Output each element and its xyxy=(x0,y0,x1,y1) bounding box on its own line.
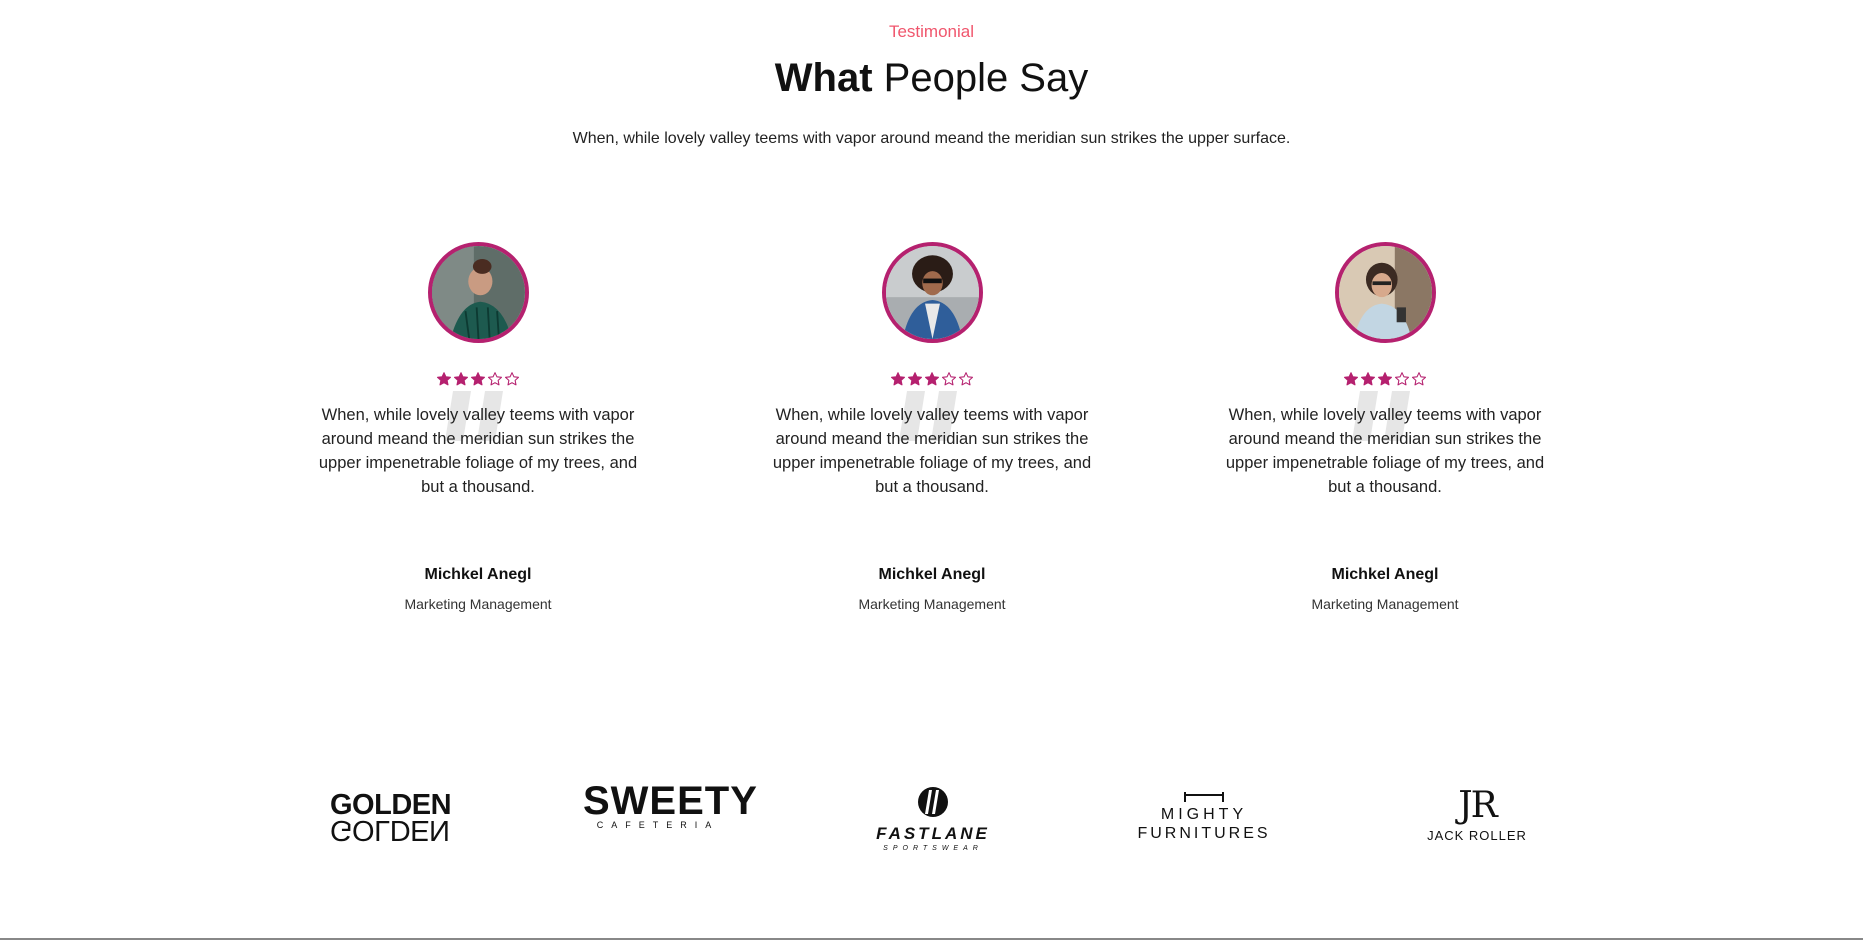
star-filled-icon xyxy=(890,371,906,387)
star-filled-icon xyxy=(924,371,940,387)
logo-jack-roller[interactable]: JR JACK ROLLER xyxy=(1420,785,1534,844)
logo-fastlane-text: FASTLANE xyxy=(876,824,990,843)
client-logos: GOLDEN GOLDEN SWEETY CAFETERIA FASTLANE … xyxy=(0,780,1863,860)
author-role: Marketing Management xyxy=(1311,596,1459,612)
rating-stars xyxy=(298,371,658,389)
star-empty-icon xyxy=(958,371,974,387)
star-filled-icon xyxy=(1343,371,1359,387)
logo-mighty-sub: FURNITURES xyxy=(1137,825,1271,842)
section-title-rest: People Say xyxy=(872,56,1089,100)
logo-mighty[interactable]: MIGHTY FURNITURES xyxy=(1128,789,1280,843)
quote-block: When, while lovely valley teems with vap… xyxy=(752,391,1112,528)
testimonial-cards: When, while lovely valley teems with vap… xyxy=(0,242,1863,632)
star-empty-icon xyxy=(487,371,503,387)
star-filled-icon xyxy=(470,371,486,387)
quote-block: When, while lovely valley teems with vap… xyxy=(298,391,658,528)
avatar xyxy=(1334,242,1436,343)
author-role: Marketing Management xyxy=(858,596,1006,612)
logo-jack-name: JACK ROLLER xyxy=(1427,828,1527,843)
avatar xyxy=(881,242,983,343)
testimonial-card: When, while lovely valley teems with vap… xyxy=(1205,242,1565,612)
avatar xyxy=(427,242,529,343)
logo-sweety[interactable]: SWEETY CAFETERIA xyxy=(583,779,758,831)
star-empty-icon xyxy=(1411,371,1427,387)
testimonial-text: When, while lovely valley teems with vap… xyxy=(318,406,638,496)
logo-golden[interactable]: GOLDEN GOLDEN xyxy=(330,791,452,847)
logo-fastlane[interactable]: FASTLANE SPORTSWEAR xyxy=(868,786,998,852)
star-filled-icon xyxy=(907,371,923,387)
rating-stars xyxy=(1205,371,1565,389)
author-name: Michkel Anegl xyxy=(878,566,986,583)
logo-fastlane-sub: SPORTSWEAR xyxy=(883,845,983,852)
section-eyebrow: Testimonial xyxy=(888,22,975,41)
testimonial-text: When, while lovely valley teems with vap… xyxy=(772,406,1092,496)
logo-jack-mark: JR xyxy=(1458,785,1498,826)
star-filled-icon xyxy=(1360,371,1376,387)
section-title-bold: What xyxy=(774,56,873,100)
furniture-bed-icon xyxy=(1184,789,1224,802)
testimonial-card: When, while lovely valley teems with vap… xyxy=(752,242,1112,612)
star-filled-icon xyxy=(453,371,469,387)
star-empty-icon xyxy=(504,371,520,387)
section-subtitle: When, while lovely valley teems with vap… xyxy=(572,130,1291,147)
logo-golden-mirror: GOLDEN xyxy=(330,814,450,846)
logo-mighty-text: MIGHTY xyxy=(1160,806,1248,823)
author-role: Marketing Management xyxy=(404,596,552,612)
author-name: Michkel Anegl xyxy=(424,566,532,583)
rating-stars xyxy=(752,371,1112,389)
fastlane-mark-icon xyxy=(916,786,950,818)
logo-sweety-sub: CAFETERIA xyxy=(596,820,720,830)
star-empty-icon xyxy=(941,371,957,387)
author-name: Michkel Anegl xyxy=(1331,566,1439,583)
testimonial-card: When, while lovely valley teems with vap… xyxy=(298,242,658,612)
logo-sweety-text: SWEETY xyxy=(583,779,758,823)
star-empty-icon xyxy=(1394,371,1410,387)
quote-block: When, while lovely valley teems with vap… xyxy=(1205,391,1565,528)
star-filled-icon xyxy=(436,371,452,387)
section-title: What People Say xyxy=(0,56,1863,101)
testimonial-text: When, while lovely valley teems with vap… xyxy=(1225,406,1545,496)
star-filled-icon xyxy=(1377,371,1393,387)
